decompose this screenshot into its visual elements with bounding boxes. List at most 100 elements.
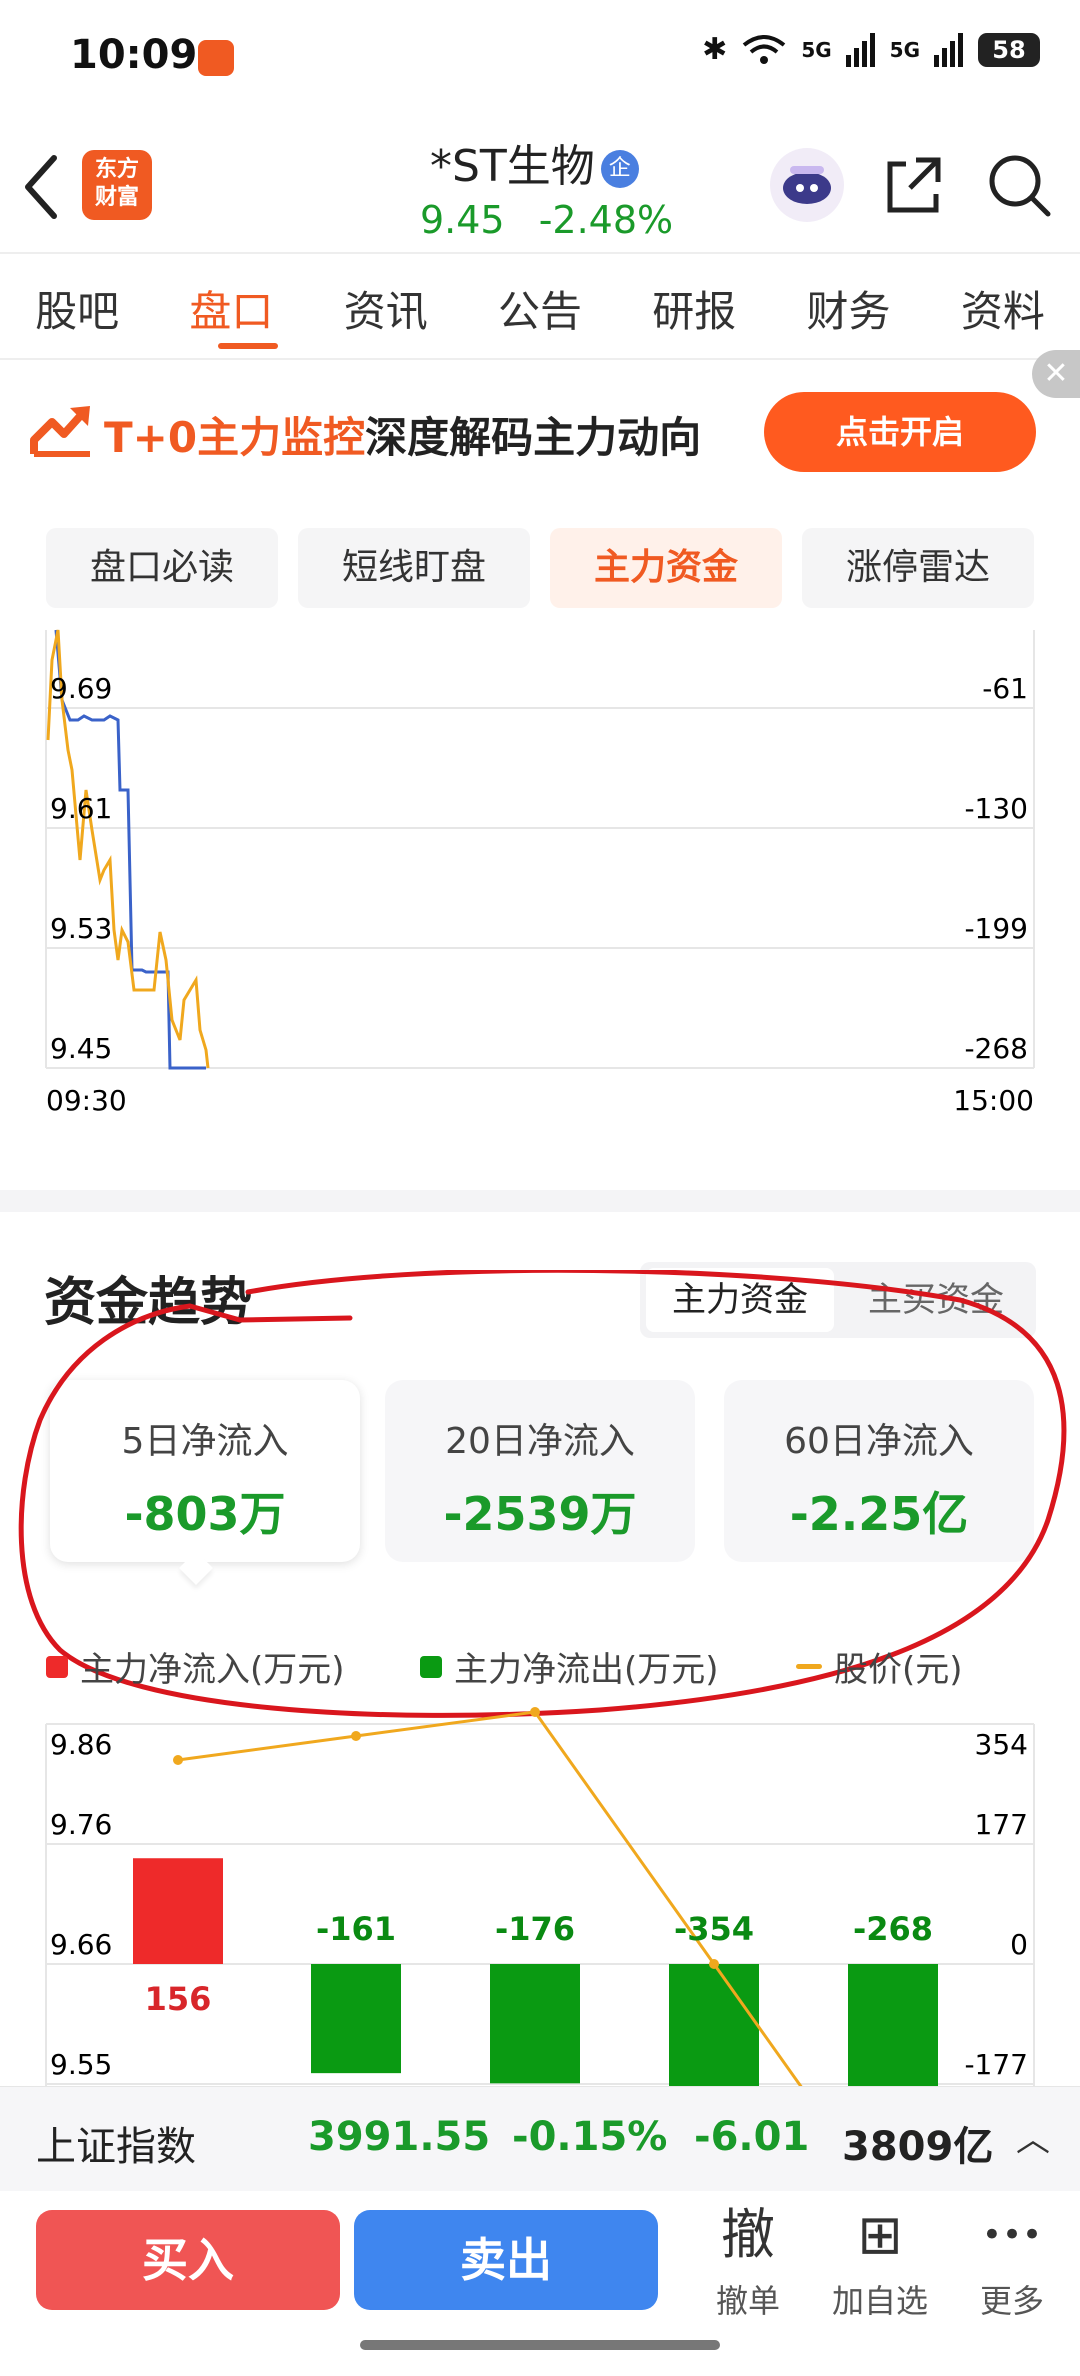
flow-bar — [490, 1964, 580, 2084]
trend-right-tick: 177 — [975, 1808, 1028, 1841]
fund-trend-chart[interactable]: 156-161 -176 -354 -268 9.86 9.76 9.66 9.55 … — [0, 1700, 1080, 2086]
stock-price: 9.45 — [420, 198, 505, 242]
price-point — [351, 1731, 361, 1741]
legend-price: 股价(元) — [796, 1642, 963, 1691]
more-button[interactable]: ••• 更多 — [964, 2200, 1060, 2322]
intraday-left-tick: 9.61 — [50, 792, 112, 825]
legend-outflow-label: 主力净流出(万元) — [454, 1650, 719, 1690]
add-square-icon: ⊞ — [857, 2203, 903, 2266]
trend-left-tick: 9.76 — [50, 1808, 112, 1841]
share-icon[interactable] — [882, 152, 946, 218]
tab-guba[interactable]: 股吧 — [0, 278, 154, 339]
flow-bar — [848, 1964, 938, 2086]
flow-bar-label: -161 — [316, 1910, 396, 1948]
intraday-left-tick: 9.53 — [50, 912, 112, 945]
index-change-pct: -0.15% — [512, 2114, 668, 2160]
banner-close-icon[interactable]: ✕ — [1032, 350, 1080, 398]
flow-bar — [133, 1858, 223, 1964]
section-separator — [0, 1190, 1080, 1212]
intraday-x-start: 09:30 — [46, 1084, 127, 1117]
legend-green-swatch — [420, 1655, 442, 1678]
banner-title-highlight: T+0主力监控 — [104, 413, 366, 462]
flow-bar-label: -354 — [674, 1910, 754, 1948]
expand-up-icon[interactable]: ︿ — [1016, 2112, 1050, 2161]
stock-title: *ST生物企 — [430, 130, 639, 194]
signal-bars-icon — [934, 32, 963, 67]
trend-right-tick: -177 — [964, 2048, 1028, 2081]
app-logo[interactable]: 东方 财富 — [82, 150, 152, 220]
intraday-right-tick: -130 — [964, 792, 1028, 825]
more-dots-icon: ••• — [981, 2215, 1043, 2255]
legend-price-label: 股价(元) — [834, 1650, 963, 1690]
status-icons: ✱ 5G 5G 58 — [702, 32, 1040, 67]
add-watchlist-label: 加自选 — [832, 2282, 929, 2320]
back-arrow-icon[interactable] — [22, 150, 62, 224]
intraday-left-tick: 9.69 — [50, 672, 112, 705]
subtab-must-read[interactable]: 盘口必读 — [46, 528, 278, 608]
subtab-short-watch[interactable]: 短线盯盘 — [298, 528, 530, 608]
tab-finance[interactable]: 财务 — [771, 278, 925, 339]
sell-button[interactable]: 卖出 — [354, 2210, 658, 2310]
legend-red-swatch — [46, 1655, 68, 1678]
tab-profile[interactable]: 资料 — [926, 278, 1080, 339]
search-icon[interactable] — [986, 152, 1052, 218]
signal-bars-icon — [845, 32, 875, 67]
tab-pankou[interactable]: 盘口 — [154, 278, 308, 339]
legend-inflow-label: 主力净流入(万元) — [80, 1650, 345, 1690]
flow-bar — [311, 1964, 401, 2074]
legend-outflow: 主力净流出(万元) — [420, 1642, 719, 1691]
status-bar: 10:09 ✱ 5G 5G 58 — [0, 0, 1080, 120]
trend-right-tick: 0 — [1010, 1928, 1028, 1961]
status-time: 10:09 — [70, 32, 198, 78]
tab-news[interactable]: 资讯 — [309, 278, 463, 339]
trend-left-tick: 9.55 — [50, 2048, 112, 2081]
price-point — [709, 1959, 719, 1969]
assistant-robot-icon[interactable] — [770, 148, 844, 222]
notification-app-icon — [198, 40, 234, 76]
banner-title[interactable]: T+0主力监控深度解码主力动向 — [104, 404, 701, 465]
intraday-right-tick: -61 — [982, 672, 1028, 705]
index-name: 上证指数 — [36, 2124, 196, 2170]
flow-bar-label: -176 — [495, 1910, 575, 1948]
index-change: -6.01 — [694, 2114, 810, 2160]
trend-left-tick: 9.86 — [50, 1728, 112, 1761]
sub-tabs: 盘口必读 短线盯盘 主力资金 涨停雷达 — [46, 528, 1034, 608]
index-turnover: 3809亿 — [842, 2124, 994, 2170]
legend-inflow: 主力净流入(万元) — [46, 1642, 345, 1691]
logo-text-bottom: 财富 — [94, 185, 139, 210]
flow-bar-label: -268 — [853, 1910, 933, 1948]
tabs-divider — [0, 358, 1080, 360]
wifi-icon — [743, 34, 786, 64]
cancel-order-icon: 撤 — [721, 2203, 775, 2266]
main-tabs: 股吧 盘口 资讯 公告 研报 财务 资料 — [0, 278, 1080, 339]
trend-right-tick: 354 — [975, 1728, 1028, 1761]
enterprise-badge: 企 — [600, 150, 639, 188]
intraday-fund-chart[interactable]: 9.69 9.61 9.53 9.45 -61 -130 -199 -268 0… — [0, 620, 1080, 1120]
active-tab-indicator — [218, 343, 278, 349]
trend-up-icon — [30, 406, 90, 457]
trend-left-tick: 9.66 — [50, 1928, 112, 1961]
intraday-right-tick: -199 — [964, 912, 1028, 945]
subtab-limit-radar[interactable]: 涨停雷达 — [802, 528, 1034, 608]
legend-price-swatch — [796, 1664, 822, 1669]
add-watchlist-button[interactable]: ⊞ 加自选 — [832, 2200, 928, 2322]
banner-open-button[interactable]: 点击开启 — [764, 392, 1036, 472]
signal-5g-icon: 5G — [889, 37, 920, 62]
stock-name: *ST生物 — [430, 141, 595, 192]
intraday-x-end: 15:00 — [953, 1084, 1034, 1117]
intraday-right-tick: -268 — [964, 1032, 1028, 1065]
cancel-order-label: 撤单 — [715, 2282, 780, 2320]
index-value: 3991.55 — [308, 2114, 491, 2160]
battery-icon: 58 — [978, 32, 1040, 67]
cancel-order-button[interactable]: 撤 撤单 — [700, 2200, 796, 2322]
header-divider — [0, 252, 1080, 254]
home-indicator[interactable] — [360, 2340, 720, 2350]
stock-quote: 9.45 -2.48% — [420, 198, 673, 242]
buy-button[interactable]: 买入 — [36, 2210, 340, 2310]
tab-research[interactable]: 研报 — [617, 278, 771, 339]
intraday-left-tick: 9.45 — [50, 1032, 112, 1065]
tab-announcements[interactable]: 公告 — [463, 278, 617, 339]
logo-text-top: 东方 — [94, 157, 139, 182]
banner-title-text: 深度解码主力动向 — [365, 413, 702, 462]
subtab-main-funds[interactable]: 主力资金 — [550, 528, 782, 608]
